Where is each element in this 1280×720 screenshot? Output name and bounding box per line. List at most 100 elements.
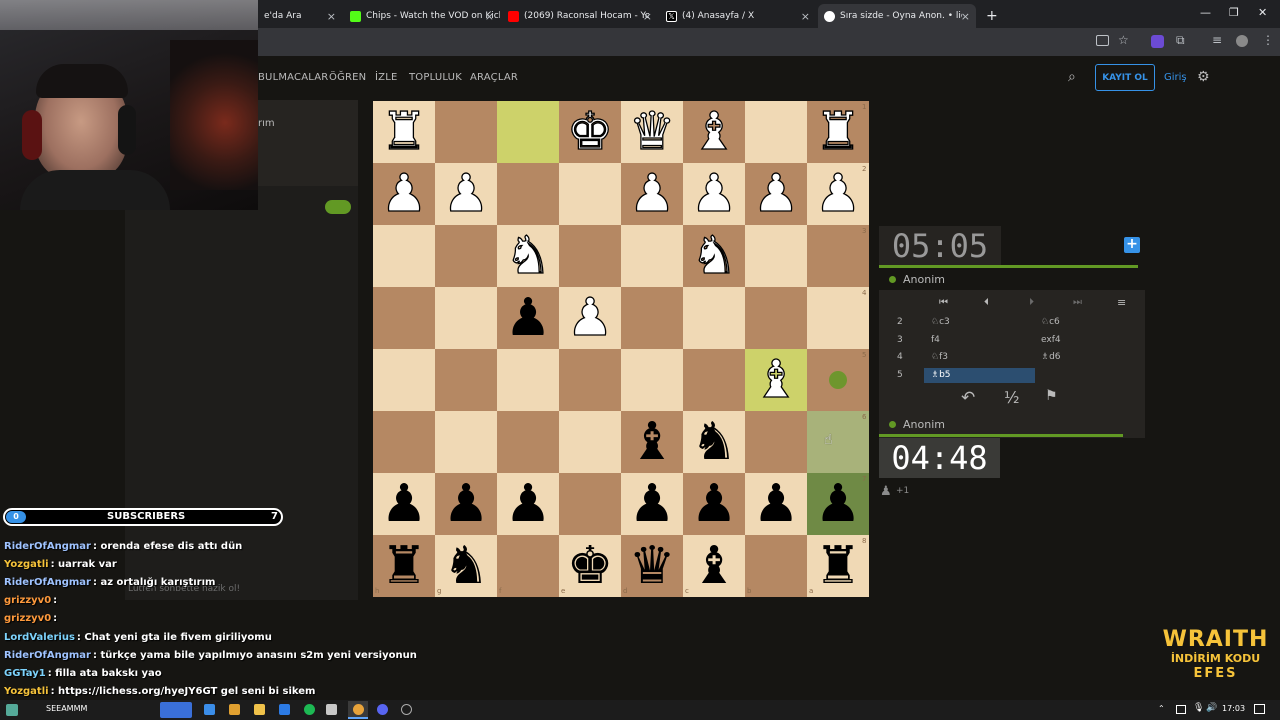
first-move-icon[interactable]: ⏮: [939, 297, 948, 308]
app-icon[interactable]: [229, 704, 240, 715]
move-black[interactable]: ♗d6: [1041, 352, 1061, 362]
board-square[interactable]: ♞: [683, 411, 745, 473]
move-hint-dot[interactable]: [829, 371, 847, 389]
black-piece[interactable]: ♚: [567, 540, 614, 592]
search-icon[interactable]: ⌕: [1068, 69, 1076, 85]
close-icon[interactable]: ×: [643, 10, 652, 23]
board-square[interactable]: [373, 225, 435, 287]
board-square[interactable]: ♞: [435, 535, 497, 597]
board-square[interactable]: ♟: [373, 473, 435, 535]
minimize-icon[interactable]: —: [1200, 6, 1211, 19]
board-square[interactable]: ♛: [621, 535, 683, 597]
board-square[interactable]: ♟: [497, 287, 559, 349]
new-tab-button[interactable]: +: [980, 4, 1000, 28]
board-square[interactable]: [435, 349, 497, 411]
browser-tab[interactable]: e'da Ara ×: [258, 4, 342, 28]
move-white[interactable]: ♗b5: [931, 370, 951, 380]
media-control-icon[interactable]: ≡: [1212, 33, 1222, 47]
white-piece[interactable]: ♟: [628, 167, 676, 220]
notifications-icon[interactable]: [1254, 704, 1265, 714]
board-square[interactable]: ♚: [559, 535, 621, 597]
spotify-icon[interactable]: [304, 704, 315, 715]
white-piece[interactable]: ♟: [752, 167, 800, 220]
board-square[interactable]: [559, 411, 621, 473]
move-black[interactable]: exf4: [1041, 335, 1061, 345]
board-square[interactable]: [435, 101, 497, 163]
board-square[interactable]: [559, 225, 621, 287]
board-square[interactable]: [807, 411, 869, 473]
white-piece[interactable]: ♜: [814, 105, 862, 158]
black-piece[interactable]: ♝: [691, 540, 738, 592]
last-move-icon[interactable]: ⏭: [1073, 297, 1082, 308]
board-square[interactable]: [745, 225, 807, 287]
board-square[interactable]: ♟: [621, 163, 683, 225]
app-icon[interactable]: [401, 704, 412, 715]
black-piece[interactable]: ♟: [753, 478, 800, 530]
board-square[interactable]: [497, 411, 559, 473]
white-piece[interactable]: ♟: [814, 167, 862, 220]
board-square[interactable]: ♟: [435, 163, 497, 225]
browser-tab[interactable]: 𝕏 (4) Anasayfa / X ×: [660, 4, 816, 28]
chat-toggle[interactable]: [325, 200, 351, 214]
board-square[interactable]: ♝: [683, 101, 745, 163]
black-piece[interactable]: ♟: [505, 292, 552, 344]
search-box-icon[interactable]: [160, 702, 192, 718]
board-square[interactable]: ♜: [807, 101, 869, 163]
white-piece[interactable]: ♚: [566, 105, 614, 158]
black-piece[interactable]: ♜: [381, 540, 428, 592]
black-piece[interactable]: ♟: [505, 478, 552, 530]
board-square[interactable]: ♟: [373, 163, 435, 225]
weather-icon[interactable]: [6, 704, 18, 716]
takeback-button[interactable]: ↶: [961, 388, 975, 408]
board-square[interactable]: ♟: [621, 473, 683, 535]
nav-puzzles[interactable]: BULMACALAR: [258, 72, 328, 83]
board-square[interactable]: ♝: [683, 535, 745, 597]
board-square[interactable]: ♞: [497, 225, 559, 287]
white-piece[interactable]: ♟: [380, 167, 428, 220]
board-square[interactable]: ♛: [621, 101, 683, 163]
board-square[interactable]: ♝: [745, 349, 807, 411]
board-square[interactable]: [435, 411, 497, 473]
browser-menu-icon[interactable]: ⋮: [1262, 33, 1274, 47]
board-square[interactable]: ♜: [807, 535, 869, 597]
board-square[interactable]: ♝: [621, 411, 683, 473]
white-piece[interactable]: ♝: [752, 353, 800, 406]
board-square[interactable]: [373, 411, 435, 473]
board-square[interactable]: ♜: [373, 535, 435, 597]
white-piece[interactable]: ♟: [566, 291, 614, 344]
board-square[interactable]: [559, 473, 621, 535]
black-piece[interactable]: ♟: [691, 478, 738, 530]
board-square[interactable]: ♟: [559, 287, 621, 349]
install-app-icon[interactable]: [1096, 35, 1109, 46]
black-piece[interactable]: ♟: [381, 478, 428, 530]
mail-icon[interactable]: [279, 704, 290, 715]
board-square[interactable]: ♟: [745, 473, 807, 535]
extension-icon[interactable]: [1151, 35, 1164, 48]
nav-learn[interactable]: ÖĞREN: [329, 72, 366, 83]
white-piece[interactable]: ♛: [628, 105, 676, 158]
board-square[interactable]: ♟: [807, 473, 869, 535]
signup-button[interactable]: KAYIT OL: [1095, 64, 1155, 91]
edge-icon[interactable]: [204, 704, 215, 715]
app-icon[interactable]: [326, 704, 337, 715]
board-square[interactable]: [559, 349, 621, 411]
board-square[interactable]: [621, 225, 683, 287]
white-piece[interactable]: ♟: [442, 167, 490, 220]
move-white[interactable]: f4: [931, 335, 940, 345]
board-square[interactable]: [497, 163, 559, 225]
board-square[interactable]: ♞: [683, 225, 745, 287]
board-square[interactable]: [621, 287, 683, 349]
board-square[interactable]: ♟: [683, 163, 745, 225]
display-icon[interactable]: [1176, 705, 1186, 714]
board-square[interactable]: ♟: [497, 473, 559, 535]
move-white[interactable]: ♘c3: [931, 317, 950, 327]
black-piece[interactable]: ♞: [691, 416, 738, 468]
browser-tab-active[interactable]: Sıra sizde - Oyna Anon. • liches ×: [818, 4, 976, 28]
extensions-puzzle-icon[interactable]: ⧉: [1176, 33, 1185, 48]
black-piece[interactable]: ♝: [629, 416, 676, 468]
black-piece[interactable]: ♜: [815, 540, 862, 592]
board-square[interactable]: [683, 287, 745, 349]
resign-button[interactable]: ⚑: [1045, 388, 1058, 404]
menu-icon[interactable]: ≡: [1117, 296, 1126, 309]
close-icon[interactable]: ×: [485, 10, 494, 23]
